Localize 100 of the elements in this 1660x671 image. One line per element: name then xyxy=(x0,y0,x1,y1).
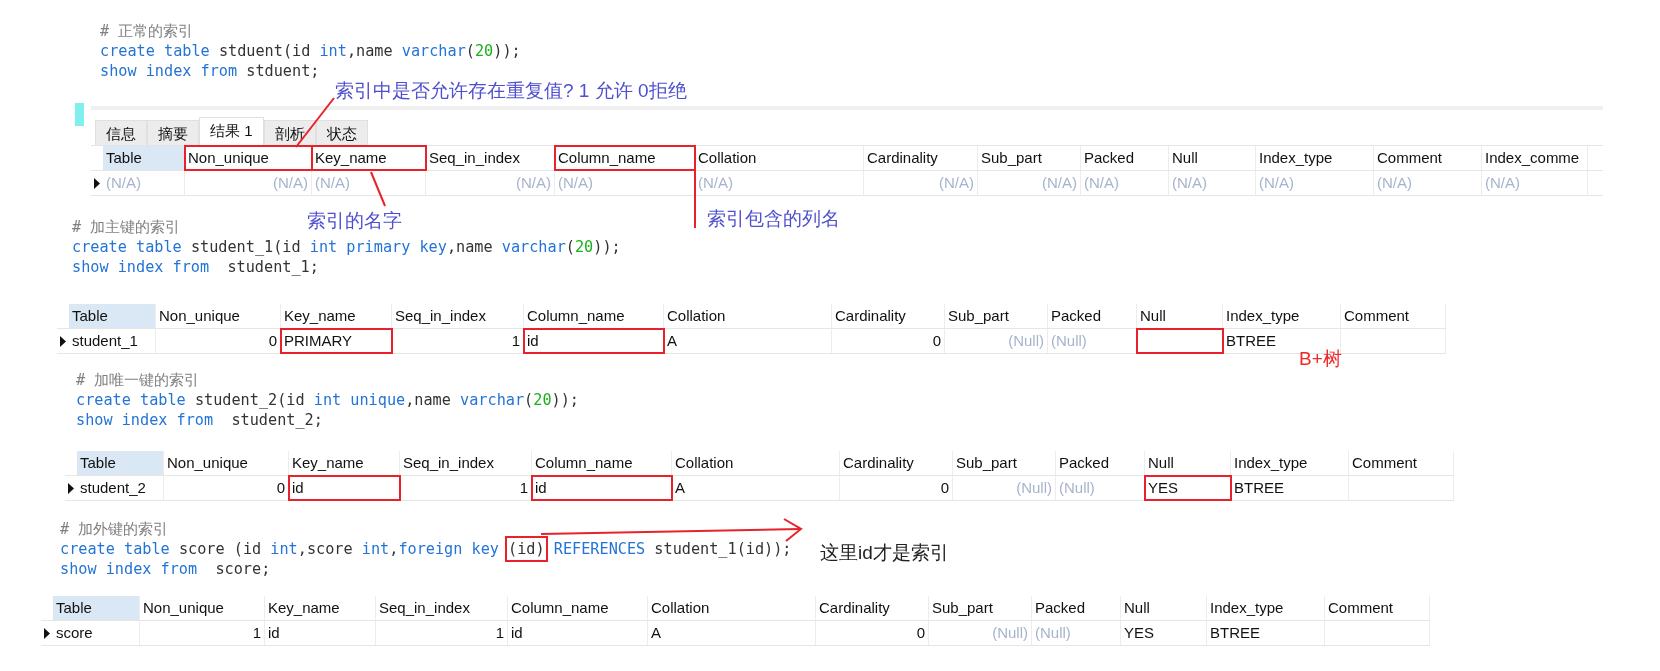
table-cell: (Null) xyxy=(1056,476,1145,500)
code-text: foreign key xyxy=(398,540,499,558)
code-text: ,score xyxy=(297,540,354,558)
column-header[interactable]: Table xyxy=(69,304,156,328)
table-cell: (Null) xyxy=(929,621,1032,645)
column-header[interactable]: Packed xyxy=(1048,304,1137,328)
column-header[interactable]: Key_name xyxy=(265,596,376,620)
table-cell: (N/A) xyxy=(312,171,426,195)
column-header[interactable]: Seq_in_index xyxy=(426,146,555,170)
column-header[interactable]: Seq_in_index xyxy=(376,596,508,620)
column-header[interactable]: Column_name xyxy=(524,304,664,328)
code-text: REFERENCES xyxy=(553,540,646,558)
column-header[interactable]: Null xyxy=(1145,451,1231,475)
column-header[interactable]: Seq_in_index xyxy=(400,451,532,475)
column-header[interactable]: Packed xyxy=(1056,451,1145,475)
annotation-text: 索引包含的列名 xyxy=(707,209,840,228)
column-header[interactable]: Non_unique xyxy=(156,304,281,328)
table-cell: A xyxy=(648,621,816,645)
column-header[interactable]: Column_name xyxy=(532,451,672,475)
column-header[interactable]: Column_name xyxy=(508,596,648,620)
column-header[interactable]: Key_name xyxy=(281,304,392,328)
column-header[interactable]: Null xyxy=(1169,146,1256,170)
table-cell: (N/A) xyxy=(555,171,695,195)
tab[interactable]: 状态 xyxy=(315,120,368,145)
column-header[interactable]: Non_unique xyxy=(140,596,265,620)
column-header[interactable]: Index_type xyxy=(1223,304,1341,328)
table-cell: BTREE xyxy=(1207,621,1325,645)
code-text: int xyxy=(270,540,298,558)
code-text: , xyxy=(389,540,399,558)
column-header[interactable]: Comment xyxy=(1349,451,1454,475)
tab[interactable]: 信息 xyxy=(95,120,147,145)
column-header[interactable]: Table xyxy=(77,451,164,475)
column-header[interactable]: Table xyxy=(53,596,140,620)
column-header[interactable]: Key_name xyxy=(312,146,426,170)
table-cell: (N/A) xyxy=(978,171,1081,195)
column-header[interactable]: Index_type xyxy=(1231,451,1349,475)
tab[interactable]: 剖析 xyxy=(263,120,316,145)
table-cell: 0 xyxy=(832,329,945,353)
annotation-text: 索引中是否允许存在重复值? 1 允许 0拒绝 xyxy=(335,81,687,100)
column-header[interactable]: Index_comme xyxy=(1482,146,1588,170)
table-cell: (N/A) xyxy=(1169,171,1256,195)
column-header[interactable]: Collation xyxy=(672,451,840,475)
column-header[interactable]: Non_unique xyxy=(164,451,289,475)
column-header[interactable]: Null xyxy=(1121,596,1207,620)
column-header[interactable]: Cardinality xyxy=(832,304,945,328)
column-header[interactable]: Seq_in_index xyxy=(392,304,524,328)
column-header[interactable]: Sub_part xyxy=(953,451,1056,475)
column-header[interactable]: Sub_part xyxy=(978,146,1081,170)
table-cell: 1 xyxy=(376,621,508,645)
table-cell: (N/A) xyxy=(103,171,185,195)
code-line: create table student_1(id int primary key,name varchar(20)); xyxy=(72,237,621,257)
code-comment: # 加主键的索引 xyxy=(72,217,181,237)
table-cell: (N/A) xyxy=(1256,171,1374,195)
tab[interactable]: 结果 1 xyxy=(199,117,264,145)
code-line: create table student_2(id int unique,name varchar(20)); xyxy=(76,390,579,410)
table-cell: id xyxy=(265,621,376,645)
column-header[interactable]: Column_name xyxy=(555,146,695,170)
table-cell: BTREE xyxy=(1231,476,1349,500)
column-header[interactable]: Sub_part xyxy=(929,596,1032,620)
column-header[interactable]: Cardinality xyxy=(816,596,929,620)
column-header[interactable]: Key_name xyxy=(289,451,400,475)
column-header[interactable]: Sub_part xyxy=(945,304,1048,328)
column-header[interactable]: Non_unique xyxy=(185,146,312,170)
table-cell: 0 xyxy=(156,329,281,353)
table-cell: (N/A) xyxy=(1081,171,1169,195)
table-cell: 1 xyxy=(392,329,524,353)
code-line: show index from stduent; xyxy=(100,61,320,81)
column-header[interactable]: Comment xyxy=(1325,596,1430,620)
code-line: create table stduent(id int,name varchar(20)); xyxy=(100,41,521,61)
column-header[interactable]: Index_type xyxy=(1207,596,1325,620)
column-header[interactable]: Packed xyxy=(1081,146,1169,170)
leader-line xyxy=(370,171,386,207)
column-header[interactable]: Collation xyxy=(648,596,816,620)
column-header[interactable]: Packed xyxy=(1032,596,1121,620)
code-line: show index from student_1; xyxy=(72,257,319,277)
column-header[interactable]: Null xyxy=(1137,304,1223,328)
column-header[interactable]: Cardinality xyxy=(864,146,978,170)
code-text: score (id xyxy=(177,540,263,558)
table-cell: PRIMARY xyxy=(281,329,392,353)
column-header[interactable]: Collation xyxy=(664,304,832,328)
code-text: int xyxy=(361,540,390,558)
code-line: show index from score; xyxy=(60,559,271,579)
table-cell: id xyxy=(532,476,672,500)
tab[interactable]: 摘要 xyxy=(147,120,199,145)
table-cell: (N/A) xyxy=(1374,171,1482,195)
table-cell: (N/A) xyxy=(1482,171,1588,195)
table-cell: 0 xyxy=(816,621,929,645)
table-cell: (N/A) xyxy=(426,171,555,195)
table-cell: (Null) xyxy=(1048,329,1137,353)
code-text: student_1(id)); xyxy=(653,540,792,558)
column-header[interactable]: Cardinality xyxy=(840,451,953,475)
column-header[interactable]: Table xyxy=(103,146,185,170)
table-cell: id xyxy=(508,621,648,645)
table-cell: 1 xyxy=(400,476,532,500)
column-header[interactable]: Comment xyxy=(1341,304,1446,328)
table-cell: (N/A) xyxy=(695,171,864,195)
column-header[interactable]: Comment xyxy=(1374,146,1482,170)
table-cell: 1 xyxy=(140,621,265,645)
column-header[interactable]: Index_type xyxy=(1256,146,1374,170)
column-header[interactable]: Collation xyxy=(695,146,864,170)
